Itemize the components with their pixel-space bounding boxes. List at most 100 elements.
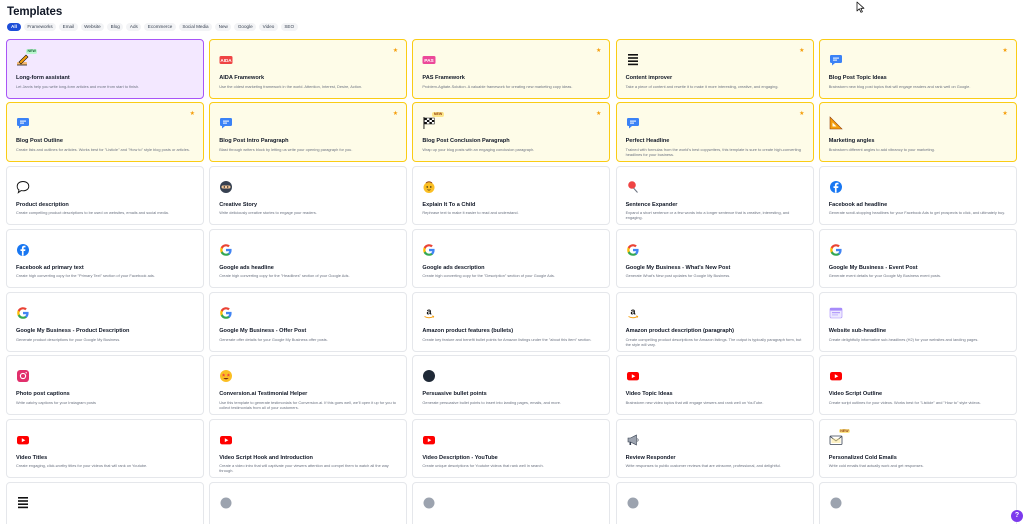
template-card[interactable] xyxy=(412,482,611,524)
template-title: Review Responder xyxy=(625,454,676,461)
help-button[interactable]: ? xyxy=(1011,510,1023,522)
template-card[interactable]: ★ Marketing angles Brainstorm different an… xyxy=(818,102,1017,162)
template-description: Write catchy captions for your Instagram… xyxy=(16,399,96,405)
template-card[interactable]: ★ Blog Post Outline Create lists and outli… xyxy=(6,102,204,162)
template-card[interactable]: AIDA ★ AIDA Framework Use the oldest market… xyxy=(209,39,408,99)
template-card[interactable]: Facebook ad primary text Create high conv… xyxy=(6,228,204,289)
template-card[interactable]: Video Topic Ideas Brainstorm new video to… xyxy=(615,355,814,415)
browser-icon xyxy=(829,306,843,320)
template-title: Persuasive bullet points xyxy=(422,391,487,398)
filter-chip-new[interactable]: New xyxy=(215,23,232,31)
template-card[interactable]: a Amazon product description (paragraph) C… xyxy=(615,292,814,352)
template-card[interactable]: Conversion.ai Testimonial Helper Use this… xyxy=(209,355,408,415)
filter-chip-blog[interactable]: Blog xyxy=(107,23,124,31)
filter-chip-social-media[interactable]: Social Media xyxy=(178,23,213,31)
chat-bubble-icon xyxy=(16,116,30,130)
svg-text:a: a xyxy=(427,307,433,317)
template-card[interactable] xyxy=(209,482,408,524)
template-card[interactable]: Website sub-headline Create delightfully … xyxy=(818,292,1017,352)
template-card[interactable] xyxy=(615,482,814,524)
pencil-hand-icon: NEW xyxy=(16,49,38,67)
template-card[interactable]: Google My Business - Event Post Generate … xyxy=(818,228,1017,289)
template-title: Personalized Cold Emails xyxy=(828,454,897,461)
black-circle-icon xyxy=(422,369,436,383)
filter-chip-ecommerce[interactable]: Ecommerce xyxy=(144,23,176,31)
template-title: Google ads description xyxy=(422,264,485,271)
filter-chip-seo[interactable]: SEO xyxy=(280,23,298,31)
template-title: AIDA Framework xyxy=(219,75,265,81)
template-card[interactable]: Google My Business - Offer Post Generate … xyxy=(209,292,408,352)
svg-text:a: a xyxy=(630,307,636,317)
filter-chip-video[interactable]: Video xyxy=(259,23,278,31)
template-card[interactable]: Facebook ad headline Generate scroll-stop… xyxy=(818,165,1017,226)
template-card[interactable]: Google ads headline Create high convertin… xyxy=(209,228,408,289)
template-description: Generate persuasive bullet points to ins… xyxy=(422,399,562,405)
child-face-icon xyxy=(422,180,436,194)
template-card[interactable] xyxy=(6,482,204,524)
template-card[interactable]: Video Titles Create engaging, click-worth… xyxy=(6,418,204,479)
template-card[interactable]: NEW Personalized Cold Emails Write cold em… xyxy=(818,418,1017,479)
template-card[interactable]: Explain It To a Child Rephrase text to ma… xyxy=(412,165,611,226)
template-card[interactable]: Sentence Expander Expand a short sentence… xyxy=(615,165,814,226)
filter-chip-ads[interactable]: Ads xyxy=(126,23,142,31)
template-title: Blog Post Conclusion Paragraph xyxy=(422,138,510,145)
envelope-icon: NEW xyxy=(829,428,851,447)
premium-star-icon: ★ xyxy=(799,111,805,118)
template-card[interactable]: Video Script Hook and Introduction Create… xyxy=(209,418,408,479)
template-title: Conversion.ai Testimonial Helper xyxy=(219,391,308,398)
template-description: Take a piece of content and rewrite it t… xyxy=(625,83,779,89)
filter-chip-all[interactable]: All xyxy=(7,23,21,31)
template-card[interactable]: ★ Blog Post Intro Paragraph Blast through … xyxy=(209,102,408,162)
filter-chip-email[interactable]: Email xyxy=(59,23,78,31)
megaphone-icon xyxy=(626,433,640,447)
pas-icon: PAS xyxy=(422,53,436,67)
lines-icon xyxy=(16,496,30,510)
template-title: Amazon product description (paragraph) xyxy=(625,328,735,335)
template-card[interactable]: Google My Business - Product Description… xyxy=(6,292,204,352)
template-card[interactable]: Google ads description Create high conver… xyxy=(412,228,611,289)
template-card[interactable]: Persuasive bullet points Generate persuas… xyxy=(412,355,611,415)
template-card[interactable]: Product description Create compelling pro… xyxy=(6,165,204,226)
template-card[interactable]: Photo post captions Write catchy captions… xyxy=(6,355,204,415)
amazon-icon: a xyxy=(422,306,436,320)
filter-chip-website[interactable]: Website xyxy=(80,23,105,31)
star-eyes-icon xyxy=(219,369,233,383)
template-card[interactable]: Review Responder Write responses to publi… xyxy=(615,418,814,479)
template-description: Write cold emails that actually work and… xyxy=(828,463,924,469)
premium-star-icon: ★ xyxy=(1002,48,1008,54)
template-description: Create key feature and benefit bullet po… xyxy=(422,336,592,342)
template-card[interactable]: ★ Content improver Take a piece of content… xyxy=(615,39,814,99)
header: Templates xyxy=(7,6,62,18)
premium-star-icon: ★ xyxy=(392,111,399,118)
template-description: Rephrase text to make it easier to read … xyxy=(422,210,519,216)
template-card[interactable]: PAS ★ PAS Framework Problem-Agitate-Solutio… xyxy=(412,39,611,99)
template-card[interactable]: ★ Perfect Headline Trained with formulas f… xyxy=(615,102,814,162)
template-title: Sentence Expander xyxy=(625,201,678,208)
youtube-icon xyxy=(219,433,233,447)
template-card[interactable]: NEW Long-form assistant Let Jarvis help yo… xyxy=(6,39,204,99)
template-card[interactable]: Video Description - YouTube Create unique… xyxy=(412,418,611,479)
template-card[interactable]: Google My Business - What's New Post Gene… xyxy=(615,228,814,289)
template-card[interactable] xyxy=(818,482,1017,524)
filter-chip-google[interactable]: Google xyxy=(234,23,257,31)
template-card[interactable]: ★ Blog Post Topic Ideas Brainstorm new blo… xyxy=(818,39,1017,99)
google-icon xyxy=(626,243,640,257)
template-description: Brainstorm new blog post topics that wil… xyxy=(828,83,971,89)
template-card[interactable]: NEW ★ Blog Post Conclusion Paragraph Wrap u… xyxy=(412,102,611,162)
template-title: Google My Business - What's New Post xyxy=(625,264,731,271)
google-icon xyxy=(219,306,233,320)
template-title: Google ads headline xyxy=(219,264,274,271)
filter-chip-frameworks[interactable]: Frameworks xyxy=(23,23,57,31)
template-card[interactable]: a Amazon product features (bullets) Create… xyxy=(412,292,611,352)
mouse-cursor-icon xyxy=(856,1,865,13)
templates-grid: NEW Long-form assistant Let Jarvis help yo… xyxy=(6,39,1017,524)
checkered-flag-icon: NEW xyxy=(422,112,444,130)
template-description: Generate product descriptions for your G… xyxy=(16,336,121,342)
instagram-icon xyxy=(16,369,30,383)
template-card[interactable]: Video Script Outline Create script outlin… xyxy=(818,355,1017,415)
generic-circle-icon xyxy=(219,496,233,510)
chat-bubble-icon xyxy=(626,116,640,130)
template-description: Wrap up your blog posts with an engaging… xyxy=(422,146,535,152)
template-card[interactable]: Creative Story Write deliciously creative… xyxy=(209,165,408,226)
new-badge: NEW xyxy=(26,49,38,54)
